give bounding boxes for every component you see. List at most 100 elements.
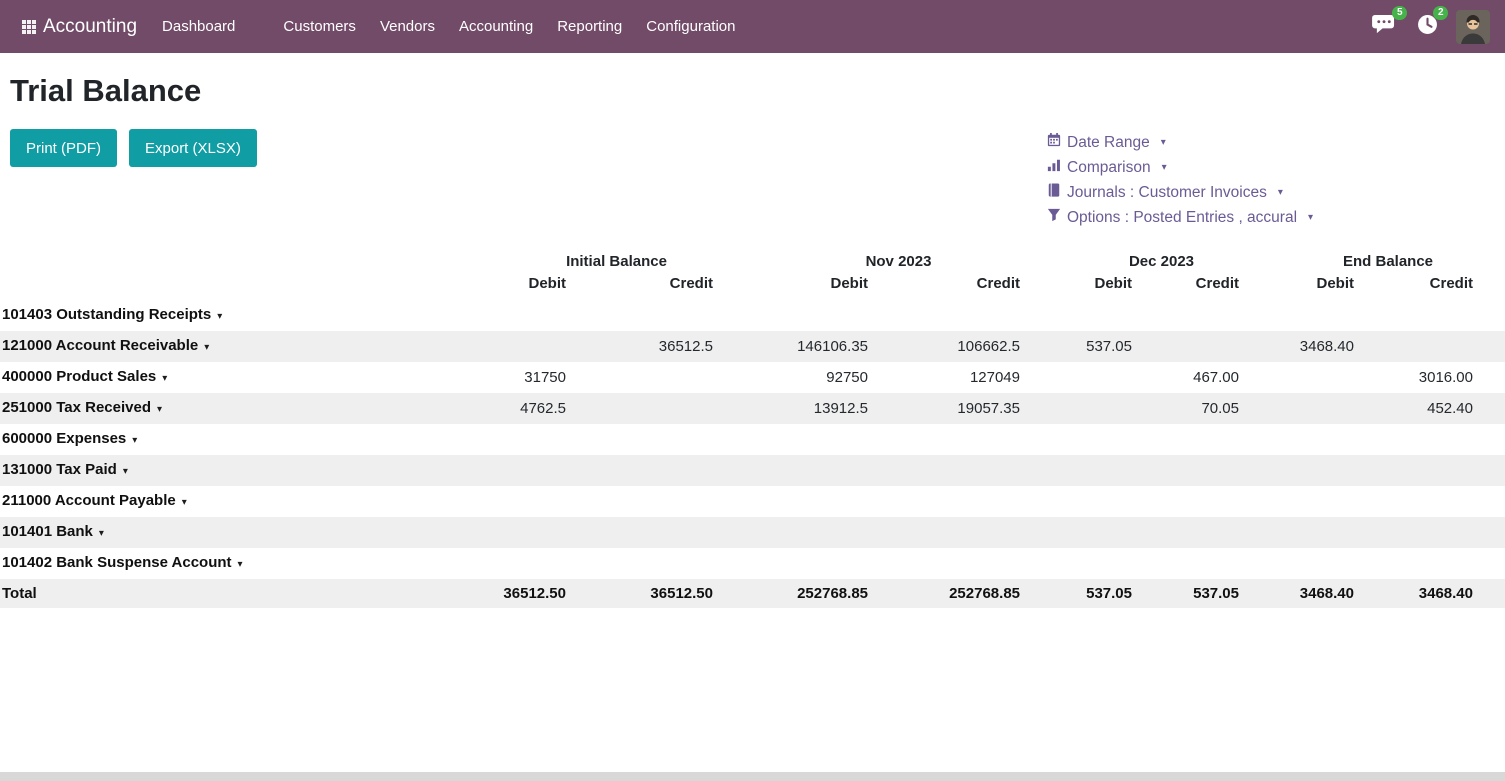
value-cell	[1024, 455, 1136, 486]
value-cell: 146106.35	[717, 331, 872, 362]
filter-date-range[interactable]: Date Range ▾	[1047, 130, 1313, 155]
group-header-row: Initial Balance Nov 2023 Dec 2023 End Ba…	[0, 248, 1505, 274]
chevron-down-icon[interactable]: ▾	[162, 364, 167, 393]
column-group-initial-balance: Initial Balance	[460, 248, 717, 274]
value-cell	[717, 455, 872, 486]
nav-item-vendors[interactable]: Vendors	[368, 9, 447, 44]
filter-journals[interactable]: Journals : Customer Invoices ▾	[1047, 180, 1313, 205]
calendar-icon	[1047, 133, 1061, 152]
account-name: 101403 Outstanding Receipts	[2, 306, 211, 323]
total-label: Total	[2, 585, 37, 602]
account-name: 251000 Tax Received	[2, 399, 151, 416]
account-column-subheader	[0, 274, 460, 300]
account-cell[interactable]: 600000 Expenses▾	[0, 424, 460, 455]
nav-item-configuration[interactable]: Configuration	[634, 9, 747, 44]
value-cell: 4762.5	[460, 393, 570, 424]
app-name: Accounting	[43, 16, 137, 38]
account-name: 101402 Bank Suspense Account	[2, 554, 232, 571]
value-cell	[1024, 362, 1136, 393]
navbar-right: 5 2	[1370, 10, 1490, 44]
export-xlsx-button[interactable]: Export (XLSX)	[129, 129, 257, 167]
value-cell: 70.05	[1136, 393, 1243, 424]
report-filters: Date Range ▾ Comparison ▾ Journals : Cus…	[1047, 130, 1313, 230]
account-cell[interactable]: 400000 Product Sales▾	[0, 362, 460, 393]
value-cell	[717, 548, 872, 579]
value-cell	[570, 455, 717, 486]
apps-grid-icon[interactable]	[22, 20, 36, 34]
chevron-down-icon[interactable]: ▾	[217, 302, 222, 331]
filter-label: Comparison	[1067, 159, 1151, 177]
credit-header: Credit	[1358, 274, 1505, 300]
table-row: 251000 Tax Received▾4762.513912.519057.3…	[0, 393, 1505, 424]
value-cell	[872, 548, 1024, 579]
chevron-down-icon[interactable]: ▾	[99, 519, 104, 548]
filter-label: Options : Posted Entries , accural	[1067, 209, 1297, 227]
app-brand[interactable]: Accounting	[22, 16, 137, 38]
value-cell	[1243, 548, 1358, 579]
chevron-down-icon: ▾	[1308, 212, 1313, 223]
nav-item-reporting[interactable]: Reporting	[545, 9, 634, 44]
horizontal-scrollbar[interactable]	[0, 772, 1505, 781]
filter-options[interactable]: Options : Posted Entries , accural ▾	[1047, 205, 1313, 230]
value-cell	[460, 424, 570, 455]
activities-button[interactable]: 2	[1415, 11, 1440, 43]
account-cell[interactable]: 101402 Bank Suspense Account ▾	[0, 548, 460, 579]
value-cell	[1358, 300, 1505, 331]
value-cell: 36512.50	[570, 579, 717, 608]
page-title: Trial Balance	[10, 70, 1505, 112]
account-name: 101401 Bank	[2, 523, 93, 540]
value-cell	[1243, 455, 1358, 486]
value-cell	[570, 517, 717, 548]
value-cell	[1358, 424, 1505, 455]
table-row: 600000 Expenses▾	[0, 424, 1505, 455]
value-cell	[570, 548, 717, 579]
account-cell[interactable]: 131000 Tax Paid ▾	[0, 455, 460, 486]
value-cell	[1136, 331, 1243, 362]
value-cell: 3468.40	[1243, 579, 1358, 608]
debit-header: Debit	[717, 274, 872, 300]
value-cell	[872, 300, 1024, 331]
nav-item-dashboard[interactable]: Dashboard	[150, 9, 247, 44]
print-pdf-button[interactable]: Print (PDF)	[10, 129, 117, 167]
value-cell	[717, 486, 872, 517]
debit-header: Debit	[1243, 274, 1358, 300]
chevron-down-icon[interactable]: ▾	[182, 488, 187, 517]
value-cell	[717, 424, 872, 455]
value-cell: 537.05	[1024, 579, 1136, 608]
account-cell[interactable]: 251000 Tax Received ▾	[0, 393, 460, 424]
value-cell	[1024, 393, 1136, 424]
chevron-down-icon[interactable]: ▾	[132, 426, 137, 455]
value-cell: 467.00	[1136, 362, 1243, 393]
user-photo	[1456, 10, 1490, 44]
value-cell	[1136, 455, 1243, 486]
value-cell: 36512.5	[570, 331, 717, 362]
chevron-down-icon[interactable]: ▾	[123, 457, 128, 486]
table-row: 101403 Outstanding Receipts ▾	[0, 300, 1505, 331]
debit-header: Debit	[1024, 274, 1136, 300]
account-cell[interactable]: 101401 Bank ▾	[0, 517, 460, 548]
value-cell: 452.40	[1358, 393, 1505, 424]
nav-item-customers[interactable]: Customers	[271, 9, 368, 44]
chevron-down-icon[interactable]: ▾	[204, 333, 209, 362]
value-cell: 3468.40	[1243, 331, 1358, 362]
account-cell[interactable]: 211000 Account Payable▾	[0, 486, 460, 517]
filter-comparison[interactable]: Comparison ▾	[1047, 155, 1313, 180]
account-name: 131000 Tax Paid	[2, 461, 117, 478]
filter-icon	[1047, 208, 1061, 227]
account-cell[interactable]: 101403 Outstanding Receipts ▾	[0, 300, 460, 331]
messages-button[interactable]: 5	[1370, 11, 1399, 43]
avatar[interactable]	[1456, 10, 1490, 44]
value-cell	[460, 486, 570, 517]
value-cell: 31750	[460, 362, 570, 393]
account-cell[interactable]: 121000 Account Receivable▾	[0, 331, 460, 362]
clock-icon	[1417, 22, 1438, 39]
value-cell	[1243, 424, 1358, 455]
value-cell	[1243, 517, 1358, 548]
nav-item-accounting[interactable]: Accounting	[447, 9, 545, 44]
value-cell: 3016.00	[1358, 362, 1505, 393]
value-cell	[872, 486, 1024, 517]
value-cell: 106662.5	[872, 331, 1024, 362]
chevron-down-icon[interactable]: ▾	[157, 395, 162, 424]
value-cell: 13912.5	[717, 393, 872, 424]
chevron-down-icon[interactable]: ▾	[238, 550, 243, 579]
